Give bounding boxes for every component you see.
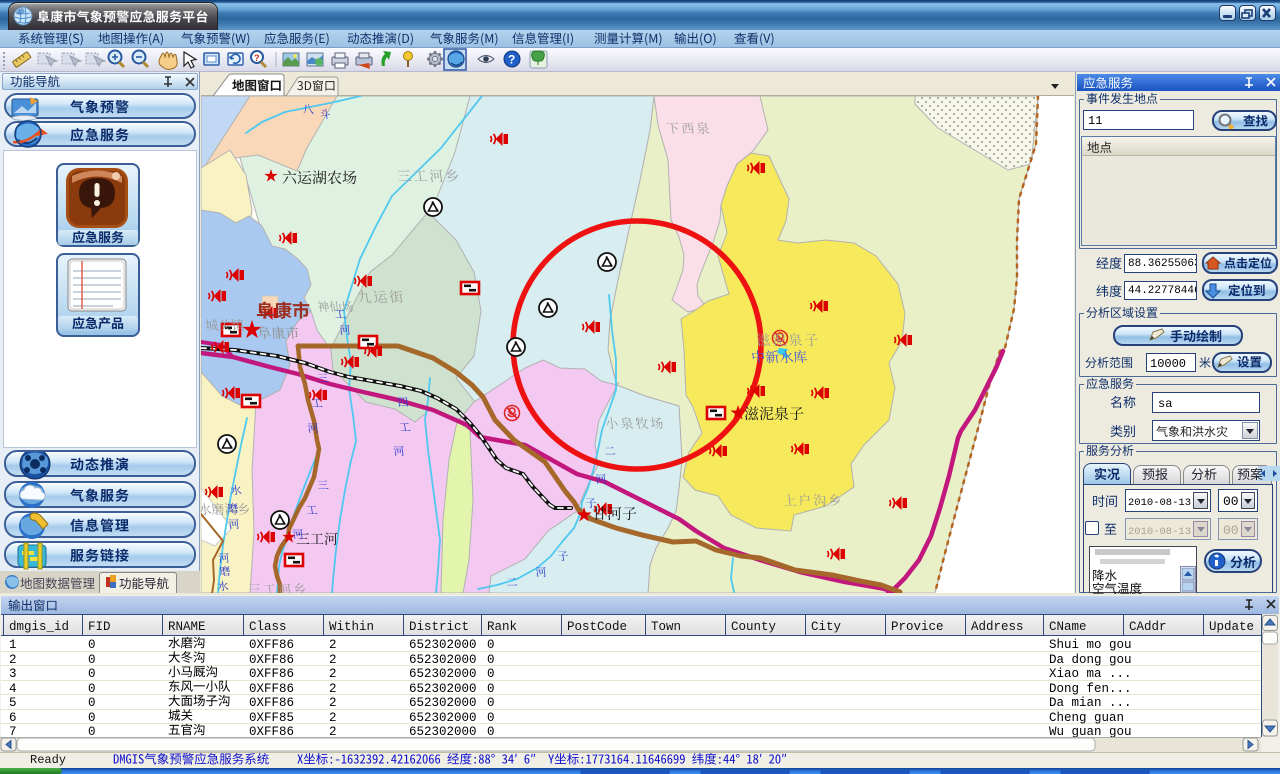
svg-text:?: ? [508,53,515,67]
svg-text:?: ? [254,53,260,63]
